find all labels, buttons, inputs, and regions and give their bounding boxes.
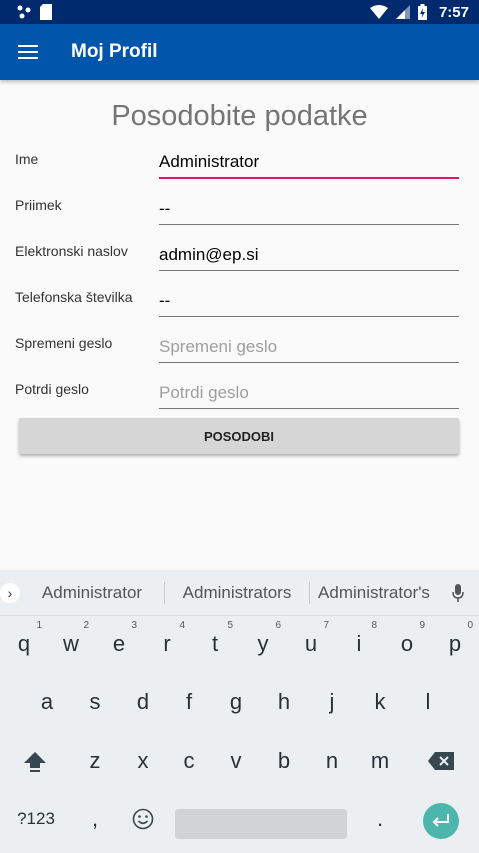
key-p[interactable]: p0 (431, 616, 479, 672)
key-hint: 8 (371, 620, 377, 631)
update-button[interactable]: POSODOBI (19, 418, 459, 454)
key-label: u (304, 631, 318, 656)
expand-suggestions-icon[interactable]: › (0, 582, 20, 603)
key-u[interactable]: u7 (287, 616, 335, 672)
key-hint: 4 (179, 620, 185, 631)
key-label: p (448, 631, 462, 656)
key-i[interactable]: i8 (335, 616, 383, 672)
notification-dots-icon (17, 5, 31, 19)
key-label: i (356, 631, 362, 656)
key-t[interactable]: t5 (191, 616, 239, 672)
app-bar: Moj Profil (0, 24, 479, 80)
key-label: o (400, 631, 414, 656)
wifi-icon (369, 5, 388, 19)
key-s[interactable]: s (71, 674, 119, 730)
key-label: w (63, 631, 79, 656)
label-email: Elektronski naslov (15, 243, 128, 259)
key-w[interactable]: w2 (47, 616, 95, 672)
form-title: Posodobite podatke (111, 100, 368, 132)
key-l[interactable]: l (404, 674, 452, 730)
label-new-password: Spremeni geslo (15, 335, 113, 351)
key-j[interactable]: j (308, 674, 356, 730)
backspace-icon[interactable] (417, 733, 465, 789)
keyboard-row-1: q1 w2 e3 r4 t5 y6 u7 i8 o9 p0 (0, 616, 479, 672)
key-v[interactable]: v (212, 733, 260, 789)
symbols-key[interactable]: ?123 (12, 791, 60, 847)
row-ime: Ime (15, 147, 459, 197)
key-d[interactable]: d (119, 674, 167, 730)
status-bar: 7:57 (0, 0, 479, 24)
label-confirm-password: Potrdi geslo (15, 381, 89, 397)
shift-icon[interactable] (11, 733, 59, 789)
label-phone: Telefonska številka (15, 289, 133, 305)
hamburger-menu-icon[interactable] (0, 24, 56, 80)
keyboard-row-2: a s d f g h j k l (0, 674, 479, 730)
soft-keyboard: › Administrator Administrators Administr… (0, 570, 479, 853)
phone-input[interactable] (159, 285, 459, 317)
key-hint: 9 (419, 620, 425, 631)
priimek-input[interactable] (159, 193, 459, 225)
key-q[interactable]: q1 (0, 616, 48, 672)
key-label: y (257, 631, 269, 656)
key-x[interactable]: x (119, 733, 167, 789)
key-g[interactable]: g (212, 674, 260, 730)
key-hint: 3 (131, 620, 137, 631)
status-time: 7:57 (438, 3, 469, 21)
ime-input[interactable] (159, 147, 459, 179)
key-m[interactable]: m (356, 733, 404, 789)
key-b[interactable]: b (260, 733, 308, 789)
comma-key[interactable]: , (71, 791, 119, 847)
key-n[interactable]: n (308, 733, 356, 789)
confirm-password-input[interactable] (159, 377, 459, 409)
row-new-password: Spremeni geslo (15, 331, 459, 381)
new-password-input[interactable] (159, 331, 459, 363)
microphone-icon[interactable] (438, 583, 478, 602)
key-hint: 5 (227, 620, 233, 631)
key-c[interactable]: c (165, 733, 213, 789)
key-hint: 7 (323, 620, 329, 631)
key-label: q (17, 631, 31, 656)
key-label: e (112, 631, 126, 656)
key-hint: 0 (467, 620, 473, 631)
suggestion-3[interactable]: Administrator's (310, 583, 438, 603)
key-k[interactable]: k (356, 674, 404, 730)
battery-icon (417, 4, 427, 20)
key-a[interactable]: a (23, 674, 71, 730)
suggestion-1[interactable]: Administrator (20, 583, 164, 603)
suggestion-2[interactable]: Administrators (165, 583, 309, 603)
key-z[interactable]: z (71, 733, 119, 789)
space-bar[interactable] (175, 809, 347, 839)
key-o[interactable]: o9 (383, 616, 431, 672)
key-y[interactable]: y6 (239, 616, 287, 672)
suggestion-strip: › Administrator Administrators Administr… (0, 570, 479, 616)
email-input[interactable] (159, 239, 459, 271)
key-r[interactable]: r4 (143, 616, 191, 672)
row-email: Elektronski naslov (15, 239, 459, 289)
key-hint: 6 (275, 620, 281, 631)
key-f[interactable]: f (165, 674, 213, 730)
key-label: t (211, 631, 219, 656)
period-key[interactable]: . (356, 791, 404, 847)
keyboard-row-3: z x c v b n m (0, 733, 479, 789)
keyboard-row-4: ?123 , . (0, 791, 479, 847)
signal-icon (395, 5, 410, 19)
row-phone: Telefonska številka (15, 285, 459, 335)
emoji-icon[interactable] (119, 791, 167, 847)
key-hint: 2 (83, 620, 89, 631)
key-h[interactable]: h (260, 674, 308, 730)
label-ime: Ime (15, 151, 39, 167)
key-e[interactable]: e3 (95, 616, 143, 672)
app-title: Moj Profil (71, 41, 158, 62)
sd-card-icon (40, 4, 52, 20)
key-hint: 1 (36, 620, 42, 631)
enter-icon[interactable] (423, 803, 459, 839)
label-priimek: Priimek (15, 197, 62, 213)
row-priimek: Priimek (15, 193, 459, 243)
key-label: r (163, 631, 171, 656)
